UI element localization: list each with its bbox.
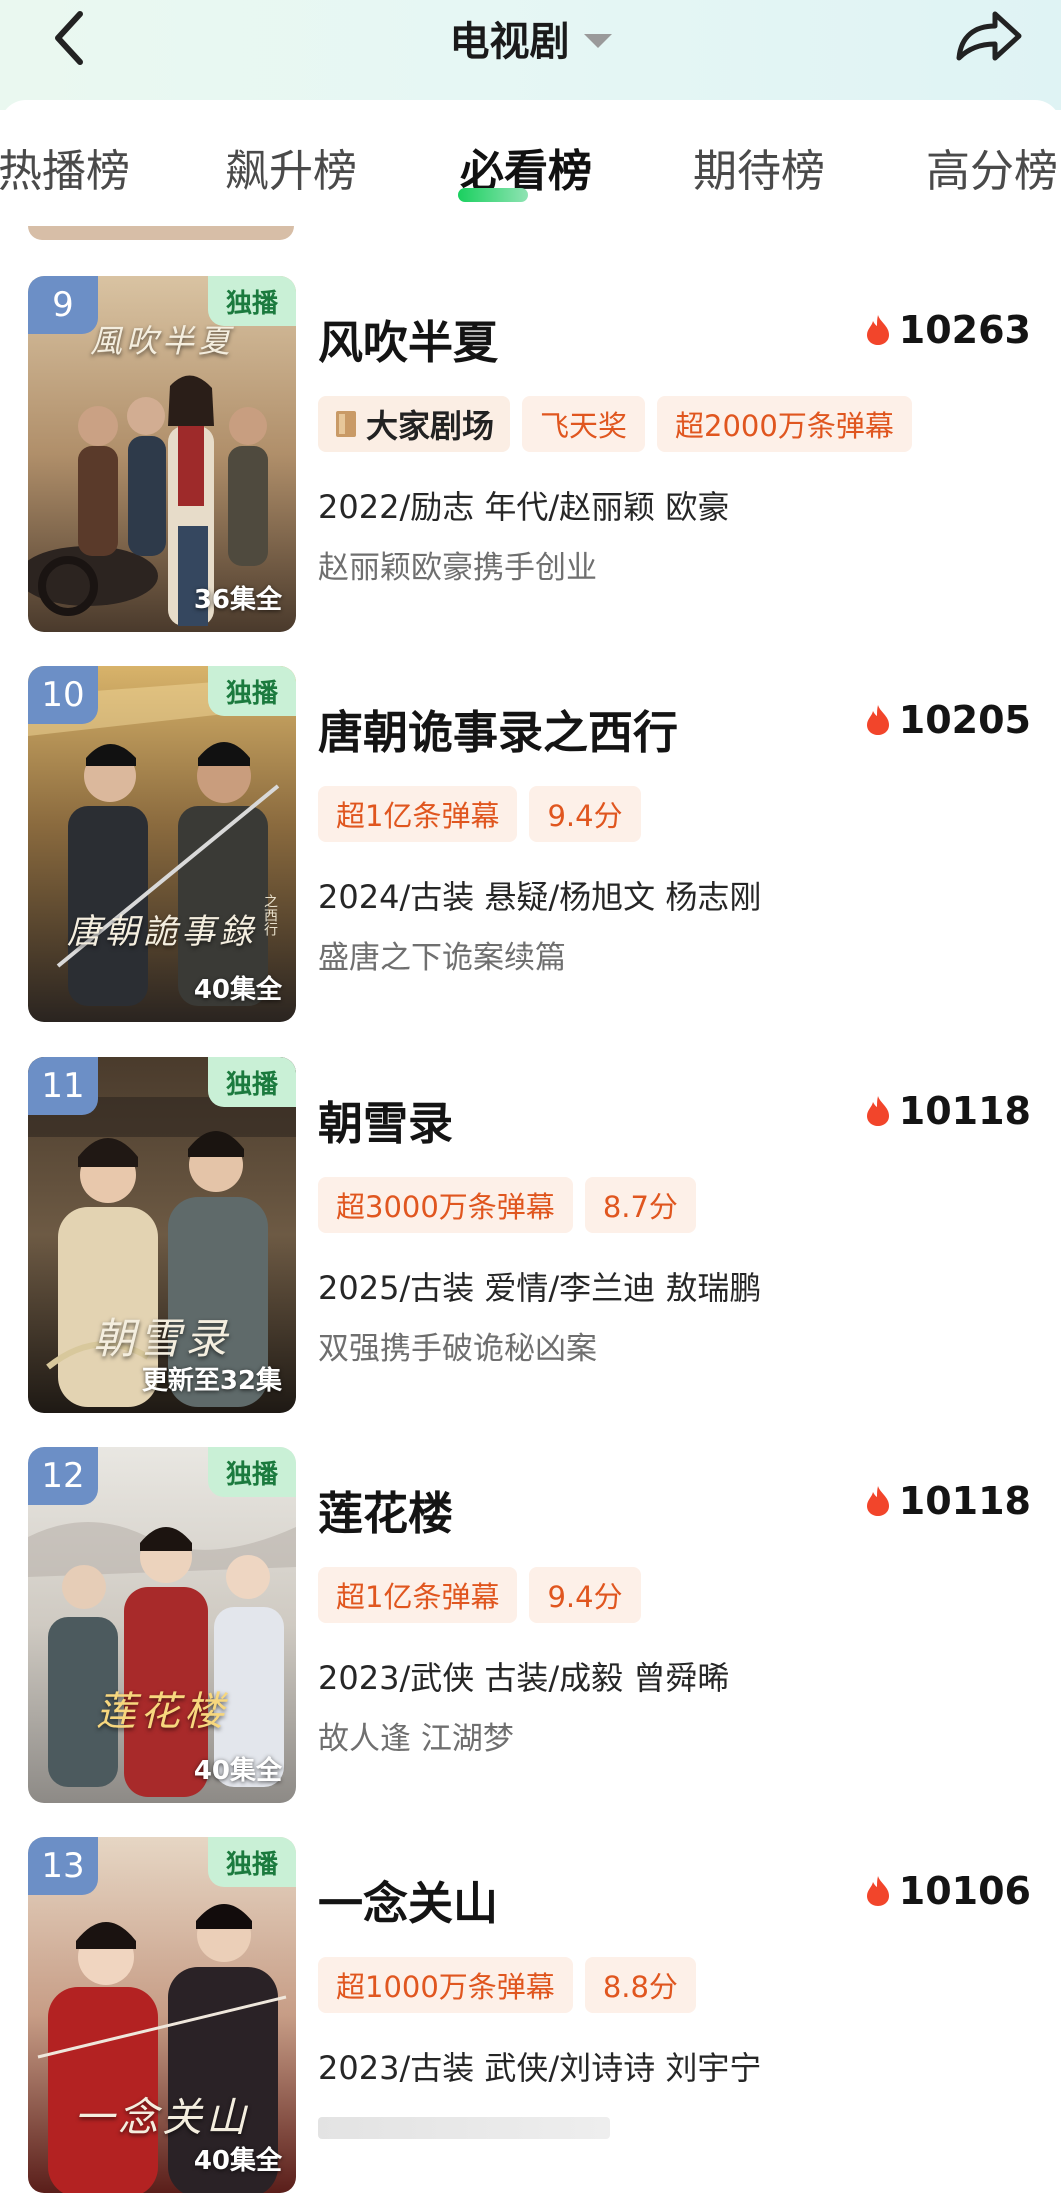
drama-description: 赵丽颖欧豪携手创业 xyxy=(318,550,597,586)
poster-subtitle: 之西行 xyxy=(262,894,278,936)
episode-count: 36集全 xyxy=(193,585,282,615)
tag: 超1000万条弹幕 xyxy=(318,1957,573,2013)
drama-title[interactable]: 唐朝诡事录之西行 xyxy=(318,696,678,761)
tag: 8.7分 xyxy=(584,1177,696,1233)
list-item[interactable]: 莲花楼 12 独播 40集全 莲花楼 10118 超1亿条弹幕 9.4分 202… xyxy=(0,1447,1061,1807)
poster[interactable]: 風吹半夏 9 独播 36集全 xyxy=(28,276,296,632)
tag-row: 大家剧场 飞天奖 超2000万条弹幕 xyxy=(318,396,912,452)
flame-icon xyxy=(866,1876,889,1906)
poster-title: 莲花楼 xyxy=(96,1689,228,1735)
channel-selector[interactable]: 电视剧 xyxy=(0,0,1061,76)
drama-meta: 2024/古装 悬疑/杨旭文 杨志刚 xyxy=(318,878,762,916)
tag: 超3000万条弹幕 xyxy=(318,1177,573,1233)
flame-icon xyxy=(866,1096,889,1126)
drama-meta: 2023/古装 武侠/刘诗诗 刘宇宁 xyxy=(318,2049,762,2087)
poster[interactable]: 一念关山 13 独播 40集全 xyxy=(28,1837,296,2193)
exclusive-badge: 独播 xyxy=(208,1837,296,1887)
poster[interactable]: 唐朝詭事錄 之西行 10 独播 40集全 xyxy=(28,666,296,1022)
heat-score: 10118 xyxy=(865,1479,1031,1523)
episode-count: 40集全 xyxy=(193,1756,282,1786)
list-item[interactable]: 朝雪录 11 独播 更新至32集 朝雪录 10118 超3000万条弹幕 8.7… xyxy=(0,1057,1061,1417)
drama-title[interactable]: 朝雪录 xyxy=(318,1087,453,1152)
tag-row: 超1000万条弹幕 8.8分 xyxy=(318,1957,696,2013)
heat-score: 10106 xyxy=(865,1869,1031,1913)
poster-title: 唐朝詭事錄 xyxy=(67,912,257,952)
drama-meta: 2022/励志 年代/赵丽颖 欧豪 xyxy=(318,488,730,526)
heat-value: 10205 xyxy=(898,698,1031,742)
rank-badge: 12 xyxy=(28,1447,98,1505)
tab-hot[interactable]: 热播榜 xyxy=(0,146,130,198)
heat-value: 10118 xyxy=(898,1089,1031,1133)
active-tab-indicator xyxy=(458,188,528,202)
rank-badge: 10 xyxy=(28,666,98,724)
rank-badge: 11 xyxy=(28,1057,98,1115)
drama-meta: 2025/古装 爱情/李兰迪 敖瑞鹏 xyxy=(318,1269,762,1307)
tag: 8.8分 xyxy=(584,1957,696,2013)
episode-count: 更新至32集 xyxy=(141,1366,282,1396)
drama-title[interactable]: 风吹半夏 xyxy=(318,306,498,371)
caret-down-icon xyxy=(583,34,612,48)
episode-count: 40集全 xyxy=(193,2146,282,2176)
description-loading-placeholder xyxy=(318,2117,610,2139)
exclusive-badge: 独播 xyxy=(208,666,296,716)
theater-brand-tag: 大家剧场 xyxy=(318,396,511,452)
tag: 9.4分 xyxy=(529,1567,641,1623)
drama-description: 盛唐之下诡案续篇 xyxy=(318,940,566,976)
page-title: 电视剧 xyxy=(449,19,570,65)
tag: 9.4分 xyxy=(529,786,641,842)
previous-item-poster-edge xyxy=(28,226,294,240)
drama-title[interactable]: 莲花楼 xyxy=(318,1477,453,1542)
flame-icon xyxy=(866,315,889,345)
tag: 超2000万条弹幕 xyxy=(657,396,912,452)
list-item[interactable]: 一念关山 13 独播 40集全 一念关山 10106 超1000万条弹幕 8.8… xyxy=(0,1837,1061,2197)
tab-rising[interactable]: 飙升榜 xyxy=(225,146,357,198)
tag: 超1亿条弹幕 xyxy=(318,1567,518,1623)
drama-description: 故人逢 江湖梦 xyxy=(318,1721,514,1757)
tag-row: 超1亿条弹幕 9.4分 xyxy=(318,1567,641,1623)
poster[interactable]: 莲花楼 12 独播 40集全 xyxy=(28,1447,296,1803)
list-item[interactable]: 唐朝詭事錄 之西行 10 独播 40集全 唐朝诡事录之西行 10205 超1亿条… xyxy=(0,666,1061,1026)
exclusive-badge: 独播 xyxy=(208,276,296,326)
book-icon xyxy=(336,411,356,437)
drama-description: 双强携手破诡秘凶案 xyxy=(318,1331,597,1367)
tag: 超1亿条弹幕 xyxy=(318,786,518,842)
exclusive-badge: 独播 xyxy=(208,1057,296,1107)
theater-brand-label: 大家剧场 xyxy=(366,407,495,445)
heat-value: 10263 xyxy=(898,308,1031,352)
tag-row: 超1亿条弹幕 9.4分 xyxy=(318,786,641,842)
top-bar: 电视剧 xyxy=(0,0,1061,80)
tag-row: 超3000万条弹幕 8.7分 xyxy=(318,1177,696,1233)
heat-score: 10263 xyxy=(865,308,1031,352)
poster-title: 朝雪录 xyxy=(92,1314,231,1363)
drama-title[interactable]: 一念关山 xyxy=(318,1867,498,1932)
heat-score: 10205 xyxy=(865,698,1031,742)
drama-meta: 2023/武侠 古装/成毅 曾舜晞 xyxy=(318,1659,730,1697)
rank-badge: 13 xyxy=(28,1837,98,1895)
rank-badge: 9 xyxy=(28,276,98,334)
tab-top-rated[interactable]: 高分榜 xyxy=(926,146,1058,198)
poster-title: 一念关山 xyxy=(74,2095,250,2141)
list-item[interactable]: 風吹半夏 9 独播 36集全 风吹半夏 10263 大家剧场 飞天奖 超2000… xyxy=(0,276,1061,636)
tab-anticipated[interactable]: 期待榜 xyxy=(693,146,825,198)
episode-count: 40集全 xyxy=(193,975,282,1005)
flame-icon xyxy=(866,705,889,735)
exclusive-badge: 独播 xyxy=(208,1447,296,1497)
poster[interactable]: 朝雪录 11 独播 更新至32集 xyxy=(28,1057,296,1413)
share-button[interactable] xyxy=(948,4,1028,68)
share-arrow-icon xyxy=(956,11,1022,61)
heat-value: 10118 xyxy=(898,1479,1031,1523)
heat-score: 10118 xyxy=(865,1089,1031,1133)
flame-icon xyxy=(866,1486,889,1516)
heat-value: 10106 xyxy=(898,1869,1031,1913)
tag: 飞天奖 xyxy=(522,396,646,452)
